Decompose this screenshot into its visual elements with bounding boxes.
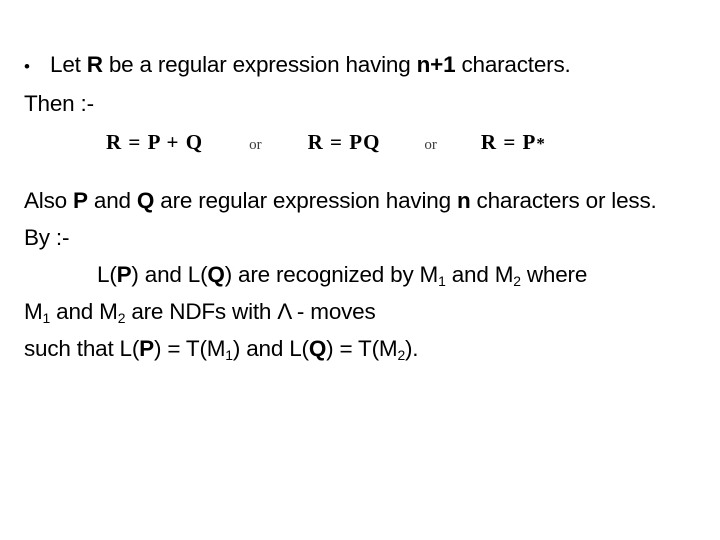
symbol-q: Q	[207, 262, 225, 287]
bullet-item-text: Let R be a regular expression having n+1…	[50, 46, 571, 83]
equation-star-lead: R = P	[480, 130, 537, 154]
subscript-1: 1	[438, 272, 446, 289]
such-that-mid-3: ) = T(M	[326, 336, 398, 361]
slide-content: • Let R be a regular expression having n…	[0, 46, 720, 367]
such-that-mid-2: ) and L(	[232, 336, 309, 361]
then-label: Then :-	[24, 91, 94, 116]
ndf-mid: and M	[50, 299, 118, 324]
slide-canvas: • Let R be a regular expression having n…	[0, 0, 720, 540]
such-that-mid-1: ) = T(M	[153, 336, 226, 361]
ndf-tail: are NDFs with Λ - moves	[125, 299, 376, 324]
equation-or-2: or	[424, 137, 437, 153]
equation-kleene-star: *	[536, 134, 545, 153]
by-label: By :-	[24, 225, 70, 250]
symbol-p: P	[116, 262, 132, 287]
equation-image-block: R = P + Q or R = PQ or R = P *	[0, 124, 720, 176]
character-count: n+1	[416, 52, 456, 77]
ndf-line: M1 and M2 are NDFs with Λ - moves	[0, 293, 720, 330]
subscript-2: 2	[397, 346, 405, 363]
recognized-mid-1: ) and L(	[131, 262, 208, 287]
equation-union: R = P + Q	[106, 130, 204, 154]
symbol-r: R	[86, 52, 103, 77]
bullet-text-prefix: Let	[50, 52, 87, 77]
equation-concat: R = PQ	[307, 130, 381, 154]
bullet-text-suffix: characters.	[455, 52, 571, 77]
bullet-list-item: • Let R be a regular expression having n…	[0, 46, 720, 85]
such-that-lead: such that L(	[24, 336, 140, 361]
also-tail: characters or less.	[470, 188, 657, 213]
such-that-line: such that L(P) = T(M1) and L(Q) = T(M2).	[0, 330, 720, 367]
symbol-q: Q	[136, 188, 155, 213]
symbol-p: P	[139, 336, 154, 361]
also-paragraph: Also P and Q are regular expression havi…	[0, 182, 720, 219]
symbol-p: P	[73, 188, 88, 213]
also-lead: Also	[24, 188, 74, 213]
also-mid-2: are regular expression having	[154, 188, 457, 213]
bullet-text-middle: be a regular expression having	[102, 52, 417, 77]
subscript-1: 1	[42, 309, 51, 326]
subscript-1: 1	[225, 346, 233, 363]
bullet-point-icon: •	[24, 57, 30, 76]
such-that-tail: ).	[405, 336, 419, 361]
recognized-lead: L(	[97, 262, 117, 287]
symbol-q: Q	[308, 336, 327, 361]
symbol-n: n	[456, 188, 471, 213]
also-mid-1: and	[87, 188, 137, 213]
recognized-mid-3: and M	[445, 262, 514, 287]
recognized-line: L(P) and L(Q) are recognized by M1 and M…	[0, 256, 720, 293]
equation-or-1: or	[249, 137, 262, 153]
subscript-2: 2	[513, 272, 521, 289]
recognized-tail: where	[520, 262, 588, 287]
equation-row: R = P + Q or R = PQ or R = P *	[106, 130, 545, 155]
ndf-lead: M	[24, 299, 43, 324]
recognized-mid-2: ) are recognized by M	[224, 262, 439, 287]
